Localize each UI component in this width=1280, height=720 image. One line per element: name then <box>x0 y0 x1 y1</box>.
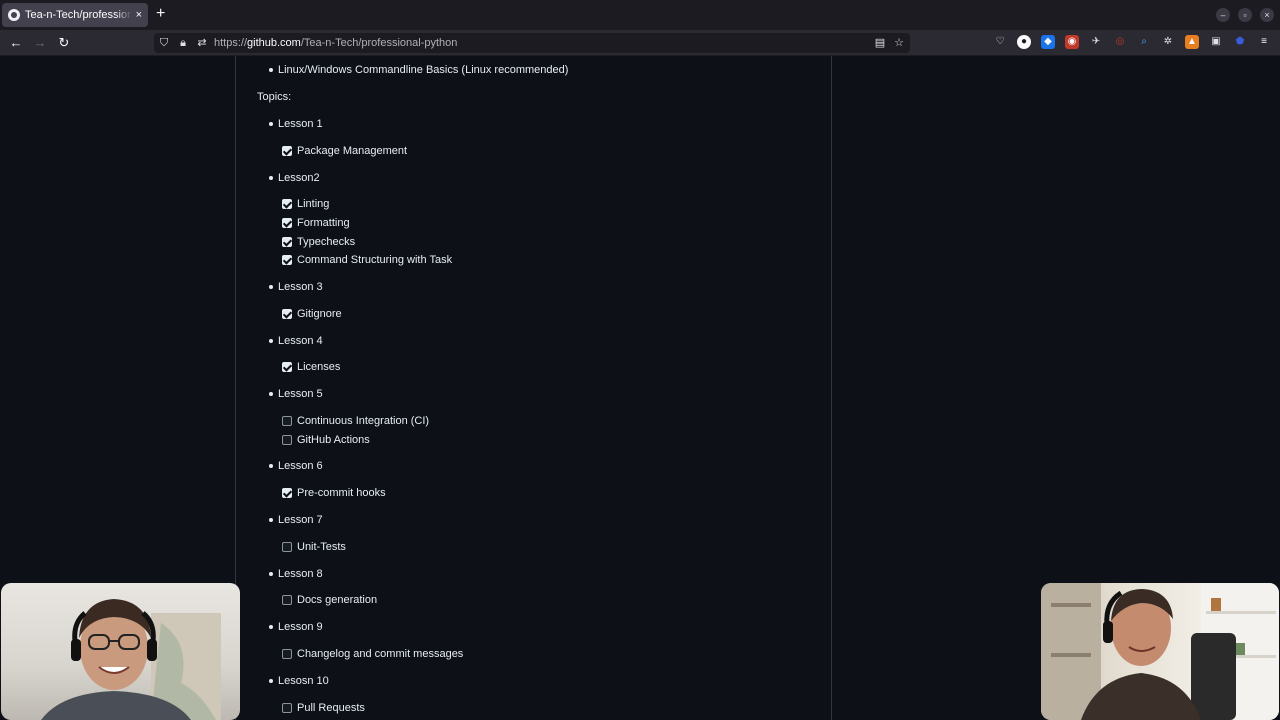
github-icon <box>8 9 20 21</box>
task-checkbox[interactable] <box>282 362 292 373</box>
person-left-image <box>41 599 221 720</box>
task-checkbox[interactable] <box>282 415 292 426</box>
task-checkbox[interactable] <box>282 199 292 210</box>
bullet-icon <box>269 678 273 683</box>
lesson-title: Lesson 5 <box>278 388 323 401</box>
tab-close-icon[interactable]: × <box>136 9 142 21</box>
metamask-icon[interactable]: ▲ <box>1185 35 1199 49</box>
bullet-icon <box>269 571 273 576</box>
task-item-label: Continuous Integration (CI) <box>297 414 430 427</box>
close-window-button[interactable]: × <box>1260 8 1274 22</box>
list-item: Linux/Windows Commandline Basics (Linux … <box>278 64 569 76</box>
back-icon[interactable]: ← <box>7 34 25 52</box>
reader-view-icon[interactable]: ▤ <box>873 36 887 50</box>
task-checkbox[interactable] <box>282 217 292 228</box>
address-bar[interactable]: ⛉ 🔒︎ ⇄ https://github.com/Tea-n-Tech/pro… <box>154 33 910 53</box>
task-item-label: Pre-commit hooks <box>297 487 386 500</box>
bullet-icon <box>269 68 273 72</box>
task-item-label: Typechecks <box>297 235 356 248</box>
task-checkbox[interactable] <box>282 595 292 606</box>
bullet-icon <box>269 338 273 343</box>
tab-title: Tea-n-Tech/professional-python <box>25 9 132 21</box>
task-checkbox[interactable] <box>282 648 292 659</box>
forward-icon[interactable]: → <box>31 34 49 52</box>
webcam-right <box>1041 583 1279 720</box>
tab-github-repo[interactable]: Tea-n-Tech/professional-python × <box>2 3 148 27</box>
task-item-label: Linting <box>297 198 330 211</box>
person-right-image <box>1041 583 1279 720</box>
minimize-button[interactable]: – <box>1216 8 1230 22</box>
task-item-label: Changelog and commit messages <box>297 647 464 660</box>
extension-red-icon[interactable]: ◉ <box>1065 35 1079 49</box>
search-icon[interactable]: ⌕ <box>1137 35 1151 49</box>
extension-bird-icon[interactable]: ✈ <box>1089 35 1103 49</box>
extension-circle-icon[interactable]: ◎ <box>1113 35 1127 49</box>
permissions-icon[interactable]: ⇄ <box>195 36 209 50</box>
task-checkbox[interactable] <box>282 541 292 552</box>
extension-bitwarden-icon[interactable]: ⬟ <box>1233 35 1247 49</box>
bookmark-star-icon[interactable]: ☆ <box>892 36 906 50</box>
task-item-label: Pull Requests <box>297 701 365 714</box>
tab-strip: Tea-n-Tech/professional-python × + – ▫ × <box>0 0 1280 30</box>
url-host: github.com <box>247 37 301 49</box>
lesson-title: Lesson 7 <box>278 514 323 526</box>
navigation-toolbar: ← → ↻ ⛉ 🔒︎ ⇄ https://github.com/Tea-n-Te… <box>0 30 1280 56</box>
lesson-title: Lesson 9 <box>278 621 323 634</box>
task-checkbox[interactable] <box>282 255 292 266</box>
task-checkbox[interactable] <box>282 488 292 499</box>
task-item-label: Gitignore <box>297 307 342 320</box>
extensions-puzzle-icon[interactable]: ▣ <box>1209 35 1223 49</box>
gear-icon[interactable]: ✲ <box>1161 35 1175 49</box>
bullet-icon <box>269 122 273 126</box>
task-item-label: Package Management <box>297 144 408 157</box>
task-checkbox[interactable] <box>282 236 292 247</box>
lesson-title: Lesson 6 <box>278 460 323 473</box>
reload-icon[interactable]: ↻ <box>55 34 73 52</box>
pocket-icon[interactable]: ♡ <box>993 35 1007 49</box>
topics-label: Topics: <box>257 91 292 103</box>
account-icon[interactable]: ● <box>1017 35 1031 49</box>
task-checkbox[interactable] <box>282 702 292 713</box>
lock-icon[interactable]: 🔒︎ <box>176 36 190 50</box>
url-path: /Tea-n-Tech/professional-python <box>300 37 458 49</box>
url-scheme: https:// <box>214 37 248 49</box>
lesson-title: Lesson 8 <box>278 567 323 580</box>
webcam-left <box>1 583 240 720</box>
task-item-label: Docs generation <box>297 594 378 607</box>
task-item-label: Command Structuring with Task <box>297 254 453 267</box>
maximize-button[interactable]: ▫ <box>1238 8 1252 22</box>
bullet-icon <box>269 175 273 180</box>
lesson-title: Lesson 1 <box>278 118 323 130</box>
lesson-title: Lesson 4 <box>278 334 323 347</box>
task-item-label: GitHub Actions <box>297 433 370 446</box>
lesson-title: Lesson 3 <box>278 281 323 293</box>
task-checkbox[interactable] <box>282 145 292 156</box>
task-item-label: Licenses <box>297 361 341 374</box>
lesson-title: Lesosn 10 <box>278 674 329 687</box>
bullet-icon <box>269 518 273 522</box>
task-item-label: Unit-Tests <box>297 540 346 553</box>
task-checkbox[interactable] <box>282 434 292 445</box>
shield-icon[interactable]: ⛉ <box>157 36 171 50</box>
extension-blue-icon[interactable]: ◆ <box>1041 35 1055 49</box>
bullet-icon <box>269 285 273 289</box>
lesson-title: Lesson2 <box>278 171 320 184</box>
new-tab-button[interactable]: + <box>156 6 165 22</box>
task-item-label: Formatting <box>297 216 350 229</box>
url-text[interactable]: https://github.com/Tea-n-Tech/profession… <box>214 36 457 50</box>
task-checkbox[interactable] <box>282 308 292 319</box>
menu-icon[interactable]: ≡ <box>1257 35 1271 49</box>
